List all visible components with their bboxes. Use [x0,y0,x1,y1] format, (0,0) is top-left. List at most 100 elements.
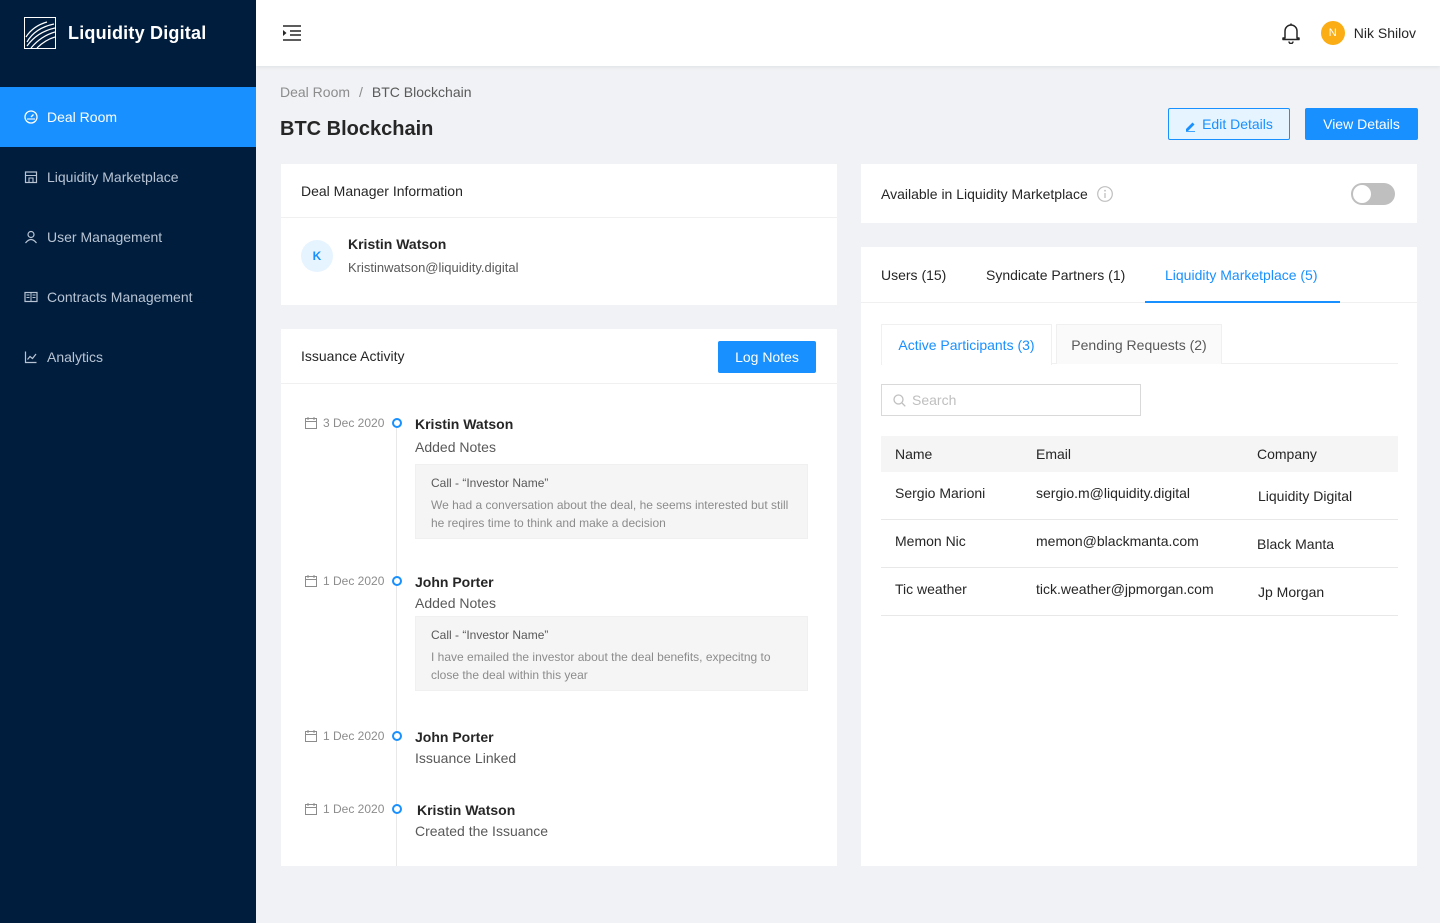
timeline-note: Call - “Investor Name” I have emailed th… [415,616,808,691]
breadcrumb: Deal Room / BTC Blockchain [280,84,472,100]
breadcrumb-separator: / [359,84,363,100]
timeline-name: John Porter [415,729,494,745]
participants-table: Name Email Company Sergio Marioni sergio… [881,436,1398,616]
subtab-pending-requests[interactable]: Pending Requests (2) [1056,324,1222,364]
participants-card: Users (15) Syndicate Partners (1) Liquid… [861,247,1417,866]
header-right: N Nik Shilov [1281,21,1416,45]
user-name[interactable]: Nik Shilov [1354,25,1416,41]
timeline-dot [392,804,402,814]
timeline-action: Issuance Linked [415,750,517,766]
tab-syndicate-partners[interactable]: Syndicate Partners (1) [986,267,1125,283]
edit-details-label: Edit Details [1202,116,1273,132]
line-chart-icon [24,350,38,364]
avatar: K [301,239,333,272]
marketplace-toggle[interactable] [1351,183,1395,205]
table-header: Name Email Company [881,436,1398,472]
log-notes-button[interactable]: Log Notes [718,341,816,373]
sidebar-item-deal-room[interactable]: Deal Room [0,87,256,147]
bell-icon[interactable] [1281,22,1301,45]
timeline-name: Kristin Watson [415,416,514,432]
edit-icon [1185,119,1196,132]
timeline-date-text: 1 Dec 2020 [323,802,385,816]
edit-details-button[interactable]: Edit Details [1168,108,1290,140]
sidebar-item-contracts-management[interactable]: Contracts Management [0,267,256,327]
timeline-dot [392,731,402,741]
timeline-date-text: 1 Dec 2020 [323,729,385,743]
note-title: Call - “Investor Name” [431,628,549,642]
cell-name: Memon Nic [895,533,966,549]
sidebar-item-liquidity-marketplace[interactable]: Liquidity Marketplace [0,147,256,207]
sidebar-item-label: Contracts Management [47,289,193,305]
view-details-button[interactable]: View Details [1305,108,1418,140]
note-title: Call - “Investor Name” [431,476,549,490]
sidebar-item-label: User Management [47,229,163,245]
brand-name: Liquidity Digital [68,22,207,43]
deal-manager-name: Kristin Watson [348,236,447,252]
tab-users[interactable]: Users (15) [881,267,946,283]
calendar-icon [305,730,317,742]
brand[interactable]: Liquidity Digital [0,0,256,66]
logo-icon [24,17,56,49]
timeline-action: Added Notes [415,439,496,455]
timeline-date: 1 Dec 2020 [305,729,384,743]
avatar[interactable]: N [1320,21,1345,45]
issuance-activity-title: Issuance Activity [301,348,405,364]
deal-manager-body: K Kristin Watson Kristinwatson@liquidity… [281,218,837,293]
timeline-action: Added Notes [415,595,496,611]
breadcrumb-root[interactable]: Deal Room [280,84,350,100]
cell-company: Black Manta [1257,536,1335,552]
cell-email: sergio.m@liquidity.digital [1036,485,1191,501]
info-icon[interactable] [1096,185,1113,202]
timeline-line [396,422,397,866]
cell-company: Liquidity Digital [1258,488,1353,504]
timeline-name: John Porter [415,574,494,590]
table-row[interactable]: Memon Nic memon@blackmanta.com Black Man… [881,520,1398,568]
availability-label: Available in Liquidity Marketplace [881,185,1088,202]
table-row[interactable]: Sergio Marioni sergio.m@liquidity.digita… [881,472,1398,520]
timeline-date: 3 Dec 2020 [305,416,384,430]
subtab-active-participants[interactable]: Active Participants (3) [881,324,1052,365]
menu-fold-icon[interactable] [282,24,302,42]
cell-email: memon@blackmanta.com [1036,533,1199,549]
column-header-company[interactable]: Company [1257,446,1317,462]
timeline-dot [392,418,402,428]
timeline-action: Created the Issuance [415,823,549,839]
sidebar-item-label: Liquidity Marketplace [47,169,179,185]
timeline-date-text: 1 Dec 2020 [323,574,385,588]
calendar-icon [305,803,317,815]
search-input[interactable] [912,392,1132,408]
dashboard-icon [24,110,38,124]
tab-bar: Users (15) Syndicate Partners (1) Liquid… [861,247,1417,303]
table-row[interactable]: Tic weather tick.weather@jpmorgan.com Jp… [881,568,1398,616]
column-header-name[interactable]: Name [895,446,932,462]
deal-manager-title: Deal Manager Information [281,164,837,218]
tab-liquidity-marketplace[interactable]: Liquidity Marketplace (5) [1165,267,1318,283]
deal-manager-info: Kristin Watson Kristinwatson@liquidity.d… [348,236,518,275]
column-header-email[interactable]: Email [1036,446,1071,462]
note-text: We had a conversation about the deal, he… [431,498,789,530]
timeline-note: Call - “Investor Name” We had a conversa… [415,464,808,539]
deal-manager-card: Deal Manager Information K Kristin Watso… [281,164,837,305]
subtab-bar: Active Participants (3) Pending Requests… [881,324,1398,365]
sidebar-menu: Deal Room Liquidity Marketplace User Man… [0,87,256,387]
deal-manager-email: Kristinwatson@liquidity.digital [348,260,519,275]
calendar-icon [305,417,317,429]
timeline-dot [392,576,402,586]
user-icon [24,230,38,244]
sidebar-item-analytics[interactable]: Analytics [0,327,256,387]
availability-card: Available in Liquidity Marketplace [861,164,1417,223]
cell-name: Tic weather [895,581,967,597]
sidebar: Liquidity Digital Deal Room Liquidity Ma… [0,0,256,923]
sidebar-item-label: Analytics [47,349,104,365]
tab-ink-bar [1145,301,1340,303]
sidebar-item-user-management[interactable]: User Management [0,207,256,267]
book-icon [24,290,38,304]
breadcrumb-current: BTC Blockchain [371,84,472,100]
issuance-activity-header: Issuance Activity Log Notes [281,329,837,384]
shop-icon [24,170,38,184]
cell-company: Jp Morgan [1258,584,1325,600]
toggle-knob [1353,185,1371,203]
timeline-date-text: 3 Dec 2020 [323,416,385,430]
timeline-date: 1 Dec 2020 [305,574,384,588]
issuance-activity-card: Issuance Activity Log Notes 3 Dec 2020 K… [281,329,837,866]
